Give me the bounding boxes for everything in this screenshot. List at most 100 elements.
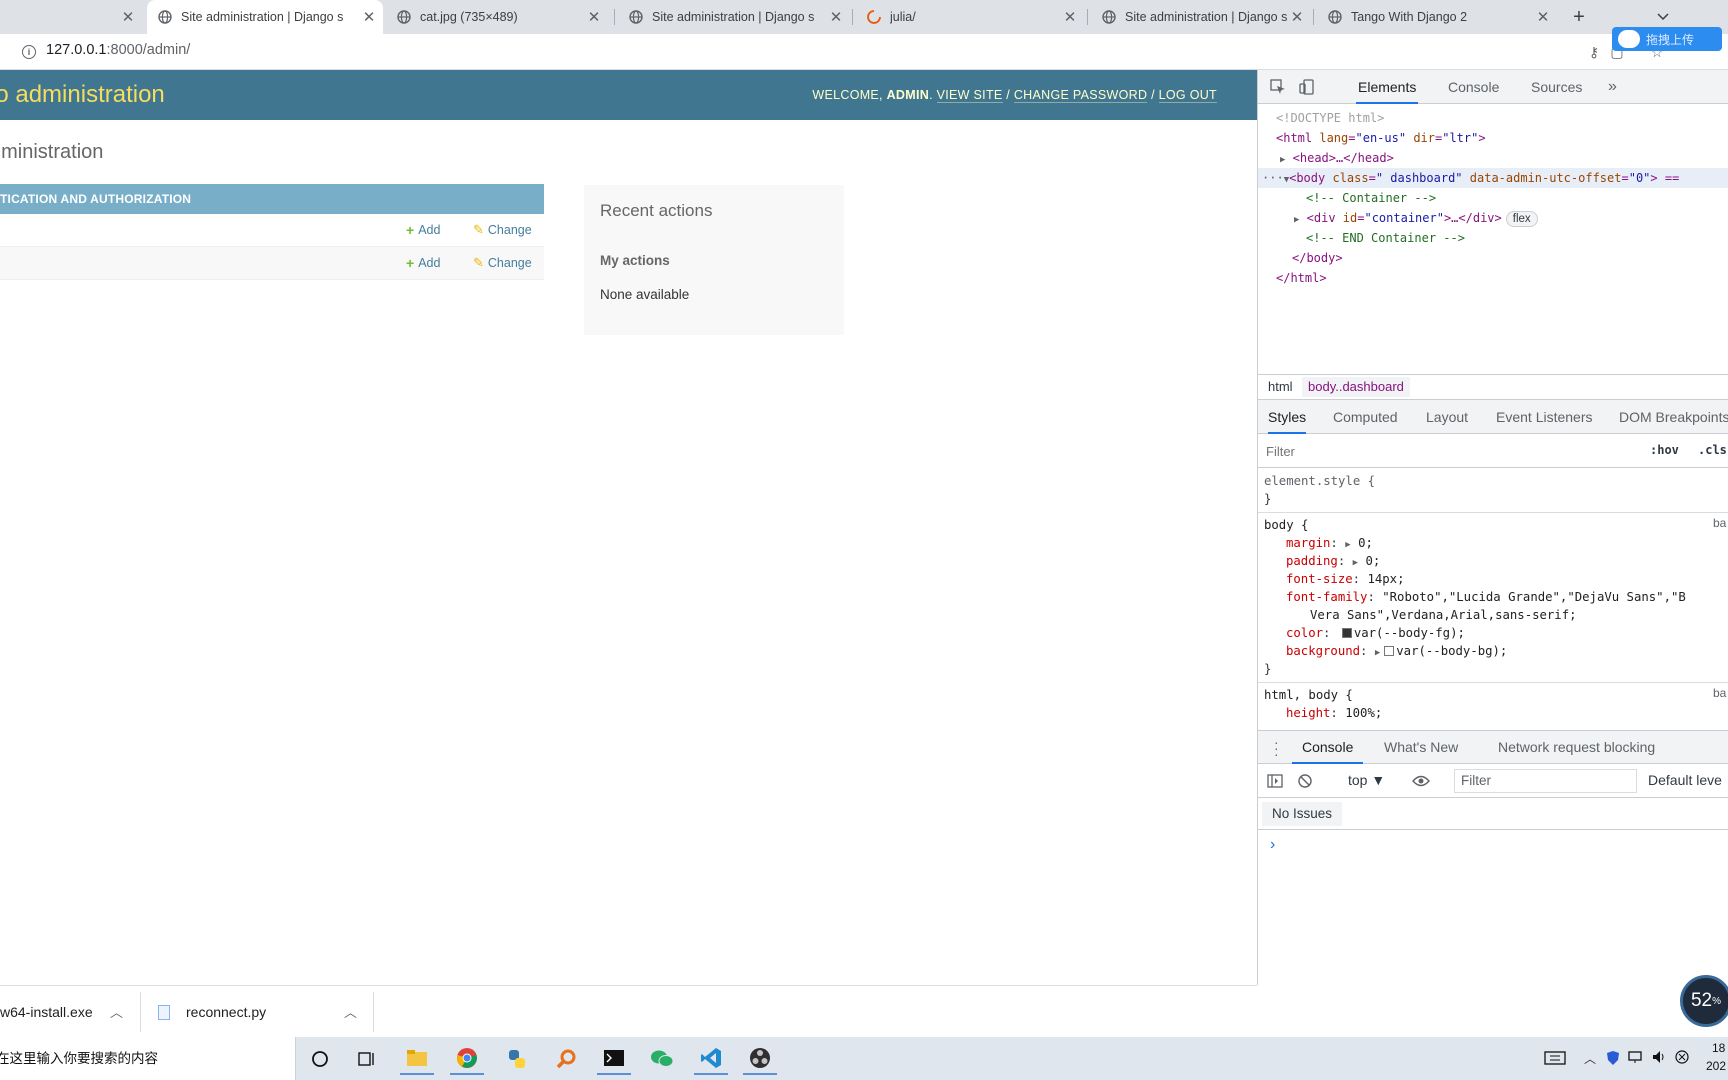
css-declaration[interactable]: margin: ▶ 0;: [1286, 534, 1373, 552]
chrome-icon[interactable]: [450, 1043, 484, 1075]
hover-state-toggle[interactable]: :hov: [1650, 443, 1679, 457]
browser-tab-tango-with-django[interactable]: Tango With Django 2 ✕: [1317, 0, 1557, 34]
dom-node-html-close[interactable]: </html>: [1258, 268, 1728, 288]
tab-dom-breakpoints[interactable]: DOM Breakpoints: [1619, 400, 1728, 434]
terminal-icon[interactable]: [597, 1043, 631, 1075]
browser-tab-site-admin-active[interactable]: Site administration | Django s ✕: [147, 0, 383, 34]
close-icon[interactable]: ✕: [120, 9, 136, 26]
no-issues-button[interactable]: No Issues: [1262, 802, 1343, 826]
task-view-icon[interactable]: [350, 1043, 384, 1075]
rule-source-link[interactable]: ba: [1713, 516, 1726, 530]
css-declaration[interactable]: color: var(--body-fg);: [1286, 624, 1465, 642]
flex-badge[interactable]: flex: [1505, 211, 1538, 227]
chevron-up-icon[interactable]: ︿: [110, 1002, 123, 1021]
browser-tab-site-admin-3[interactable]: Site administration | Django s ✕: [1091, 0, 1311, 34]
inspect-element-icon[interactable]: [1269, 78, 1287, 96]
dom-node-body-selected[interactable]: ···▼<body class=" dashboard" data-admin-…: [1258, 168, 1728, 188]
dom-node-doctype[interactable]: <!DOCTYPE html>: [1258, 108, 1728, 128]
dom-node-body-close[interactable]: </body>: [1258, 248, 1728, 268]
new-tab-button[interactable]: +: [1565, 0, 1593, 34]
key-icon[interactable]: ⚷: [1585, 43, 1603, 61]
css-declaration[interactable]: background: ▶ var(--body-bg);: [1286, 642, 1507, 660]
console-prompt[interactable]: ›: [1270, 836, 1275, 854]
device-toolbar-icon[interactable]: [1298, 78, 1316, 96]
eye-icon[interactable]: [1412, 772, 1430, 790]
kebab-menu-icon[interactable]: · · ·: [1274, 735, 1279, 761]
tab-computed[interactable]: Computed: [1333, 400, 1398, 434]
obs-icon[interactable]: [743, 1043, 777, 1075]
add-link[interactable]: + Add: [406, 255, 440, 271]
dom-node-head[interactable]: ▶ <head>…</head>: [1258, 148, 1728, 168]
download-item[interactable]: w64-install.exe: [0, 986, 93, 1038]
python-icon[interactable]: [500, 1043, 534, 1075]
log-out-link[interactable]: LOG OUT: [1158, 88, 1217, 103]
upload-extension-badge[interactable]: 拖拽上传: [1612, 27, 1722, 51]
vscode-icon[interactable]: [694, 1043, 728, 1075]
clear-console-icon[interactable]: [1296, 772, 1314, 790]
clock-date[interactable]: 202: [1706, 1059, 1726, 1073]
keyboard-layout-icon[interactable]: [1544, 1050, 1566, 1066]
search-tool-icon[interactable]: [549, 1043, 583, 1075]
css-selector[interactable]: html, body {: [1264, 686, 1353, 704]
styles-filter-input[interactable]: [1262, 439, 1642, 463]
css-declaration[interactable]: height: 100%;: [1286, 704, 1382, 722]
browser-tab-julia[interactable]: julia/ ✕: [856, 0, 1084, 34]
show-sidebar-icon[interactable]: [1266, 772, 1284, 790]
drawer-tab-console[interactable]: Console: [1292, 731, 1364, 764]
expand-triangle-icon[interactable]: ▶: [1375, 648, 1380, 658]
performance-meter-badge[interactable]: 52%: [1680, 975, 1728, 1027]
color-swatch[interactable]: [1341, 628, 1352, 638]
chevron-up-icon[interactable]: ︿: [344, 1002, 357, 1021]
download-item[interactable]: reconnect.py: [158, 986, 266, 1038]
color-swatch[interactable]: [1384, 646, 1395, 656]
context-selector[interactable]: top ▼: [1348, 772, 1385, 788]
cortana-icon[interactable]: [303, 1043, 337, 1075]
site-branding[interactable]: go administration: [0, 81, 165, 109]
wechat-icon[interactable]: [645, 1043, 679, 1075]
css-selector[interactable]: body {: [1264, 516, 1308, 534]
ellipsis-icon[interactable]: ···: [1262, 171, 1284, 185]
network-icon[interactable]: [1628, 1050, 1644, 1066]
console-filter-input[interactable]: Filter: [1454, 769, 1637, 793]
volume-icon[interactable]: [1652, 1050, 1668, 1066]
rule-source-link[interactable]: ba: [1713, 686, 1726, 700]
expand-triangle-icon[interactable]: ▶: [1353, 558, 1358, 568]
more-tabs-button[interactable]: »: [1608, 70, 1617, 104]
expand-triangle-icon[interactable]: ▶: [1345, 540, 1350, 550]
css-selector[interactable]: element.style {: [1264, 472, 1375, 490]
chevron-up-icon[interactable]: ︿: [1584, 1050, 1600, 1066]
browser-tab-site-admin-2[interactable]: Site administration | Django s ✕: [618, 0, 850, 34]
view-site-link[interactable]: VIEW SITE: [936, 88, 1003, 103]
dom-node-comment[interactable]: <!-- Container -->: [1258, 188, 1728, 208]
dom-node-comment[interactable]: <!-- END Container -->: [1258, 228, 1728, 248]
browser-tab-partial[interactable]: ✕: [0, 0, 142, 34]
change-link[interactable]: ✎ Change: [473, 255, 532, 271]
expand-triangle-icon[interactable]: ▶: [1294, 215, 1299, 225]
close-icon[interactable]: ✕: [586, 9, 602, 26]
close-icon[interactable]: ✕: [1289, 9, 1305, 26]
tab-console[interactable]: Console: [1448, 70, 1499, 104]
log-level-dropdown[interactable]: Default leve: [1648, 772, 1722, 788]
tab-styles[interactable]: Styles: [1268, 400, 1307, 434]
tab-layout[interactable]: Layout: [1426, 400, 1468, 434]
css-declaration[interactable]: font-family: "Roboto","Lucida Grande","D…: [1286, 588, 1686, 606]
expand-triangle-icon[interactable]: ▶: [1280, 155, 1285, 165]
dom-node-container[interactable]: ▶ <div id="container">…</div> flex: [1258, 208, 1728, 228]
browser-tab-cat-jpg[interactable]: cat.jpg (735×489) ✕: [386, 0, 608, 34]
tab-elements[interactable]: Elements: [1356, 70, 1419, 104]
module-caption[interactable]: TICATION AND AUTHORIZATION: [0, 184, 544, 214]
defender-shield-icon[interactable]: [1606, 1050, 1622, 1066]
change-link[interactable]: ✎ Change: [473, 222, 532, 238]
close-icon[interactable]: ✕: [828, 9, 844, 26]
dom-node-html[interactable]: <html lang="en-us" dir="ltr">: [1258, 128, 1728, 148]
tab-sources[interactable]: Sources: [1531, 70, 1582, 104]
breadcrumb-html[interactable]: html: [1268, 379, 1293, 394]
class-toggle[interactable]: .cls: [1698, 443, 1727, 457]
close-icon[interactable]: ✕: [361, 9, 377, 26]
clock-time[interactable]: 18: [1712, 1041, 1725, 1055]
notifications-off-icon[interactable]: [1675, 1050, 1691, 1066]
breadcrumb-body[interactable]: body..dashboard: [1302, 377, 1410, 397]
address-bar[interactable]: 127.0.0.1:8000/admin/: [46, 42, 190, 58]
add-link[interactable]: + Add: [406, 222, 440, 238]
info-icon[interactable]: i: [22, 45, 36, 59]
